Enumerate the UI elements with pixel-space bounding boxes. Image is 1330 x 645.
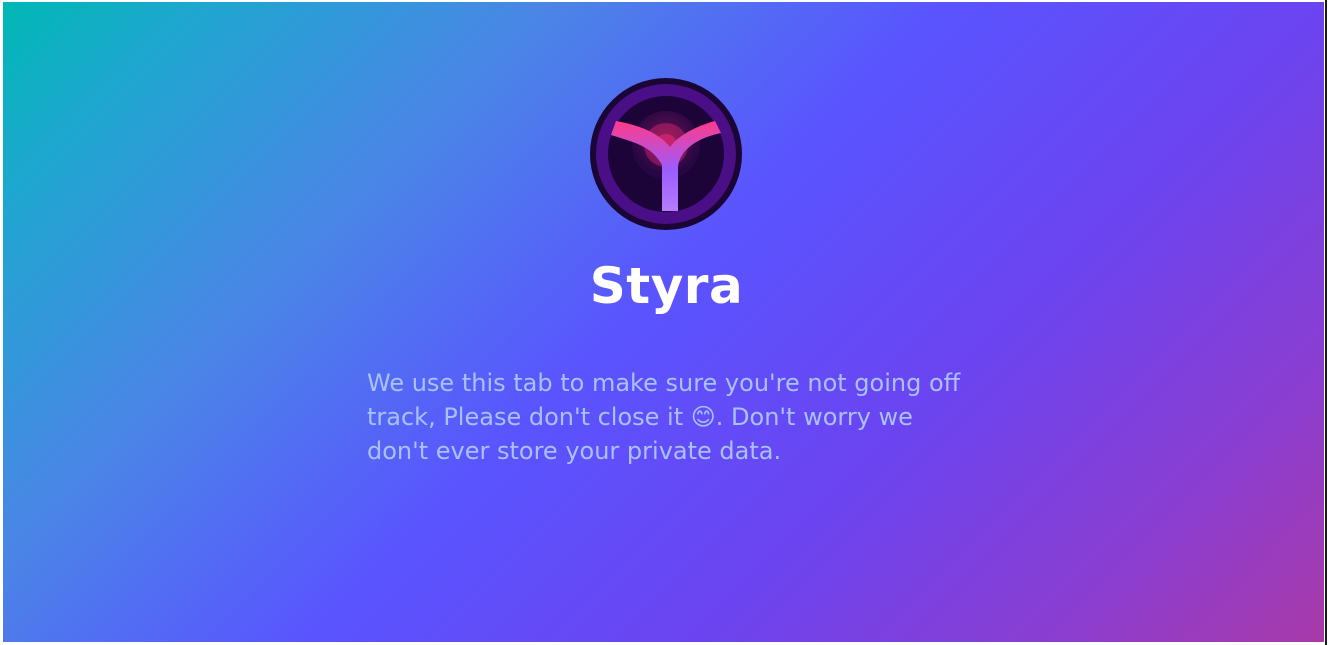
page-background: Styra We use this tab to make sure you'r… bbox=[3, 2, 1324, 642]
app-title: Styra bbox=[589, 257, 744, 315]
window-edge bbox=[1325, 0, 1327, 645]
styra-logo-icon bbox=[590, 78, 742, 230]
info-message: We use this tab to make sure you're not … bbox=[367, 366, 967, 468]
smile-emoji-icon: 😊 bbox=[690, 403, 716, 431]
